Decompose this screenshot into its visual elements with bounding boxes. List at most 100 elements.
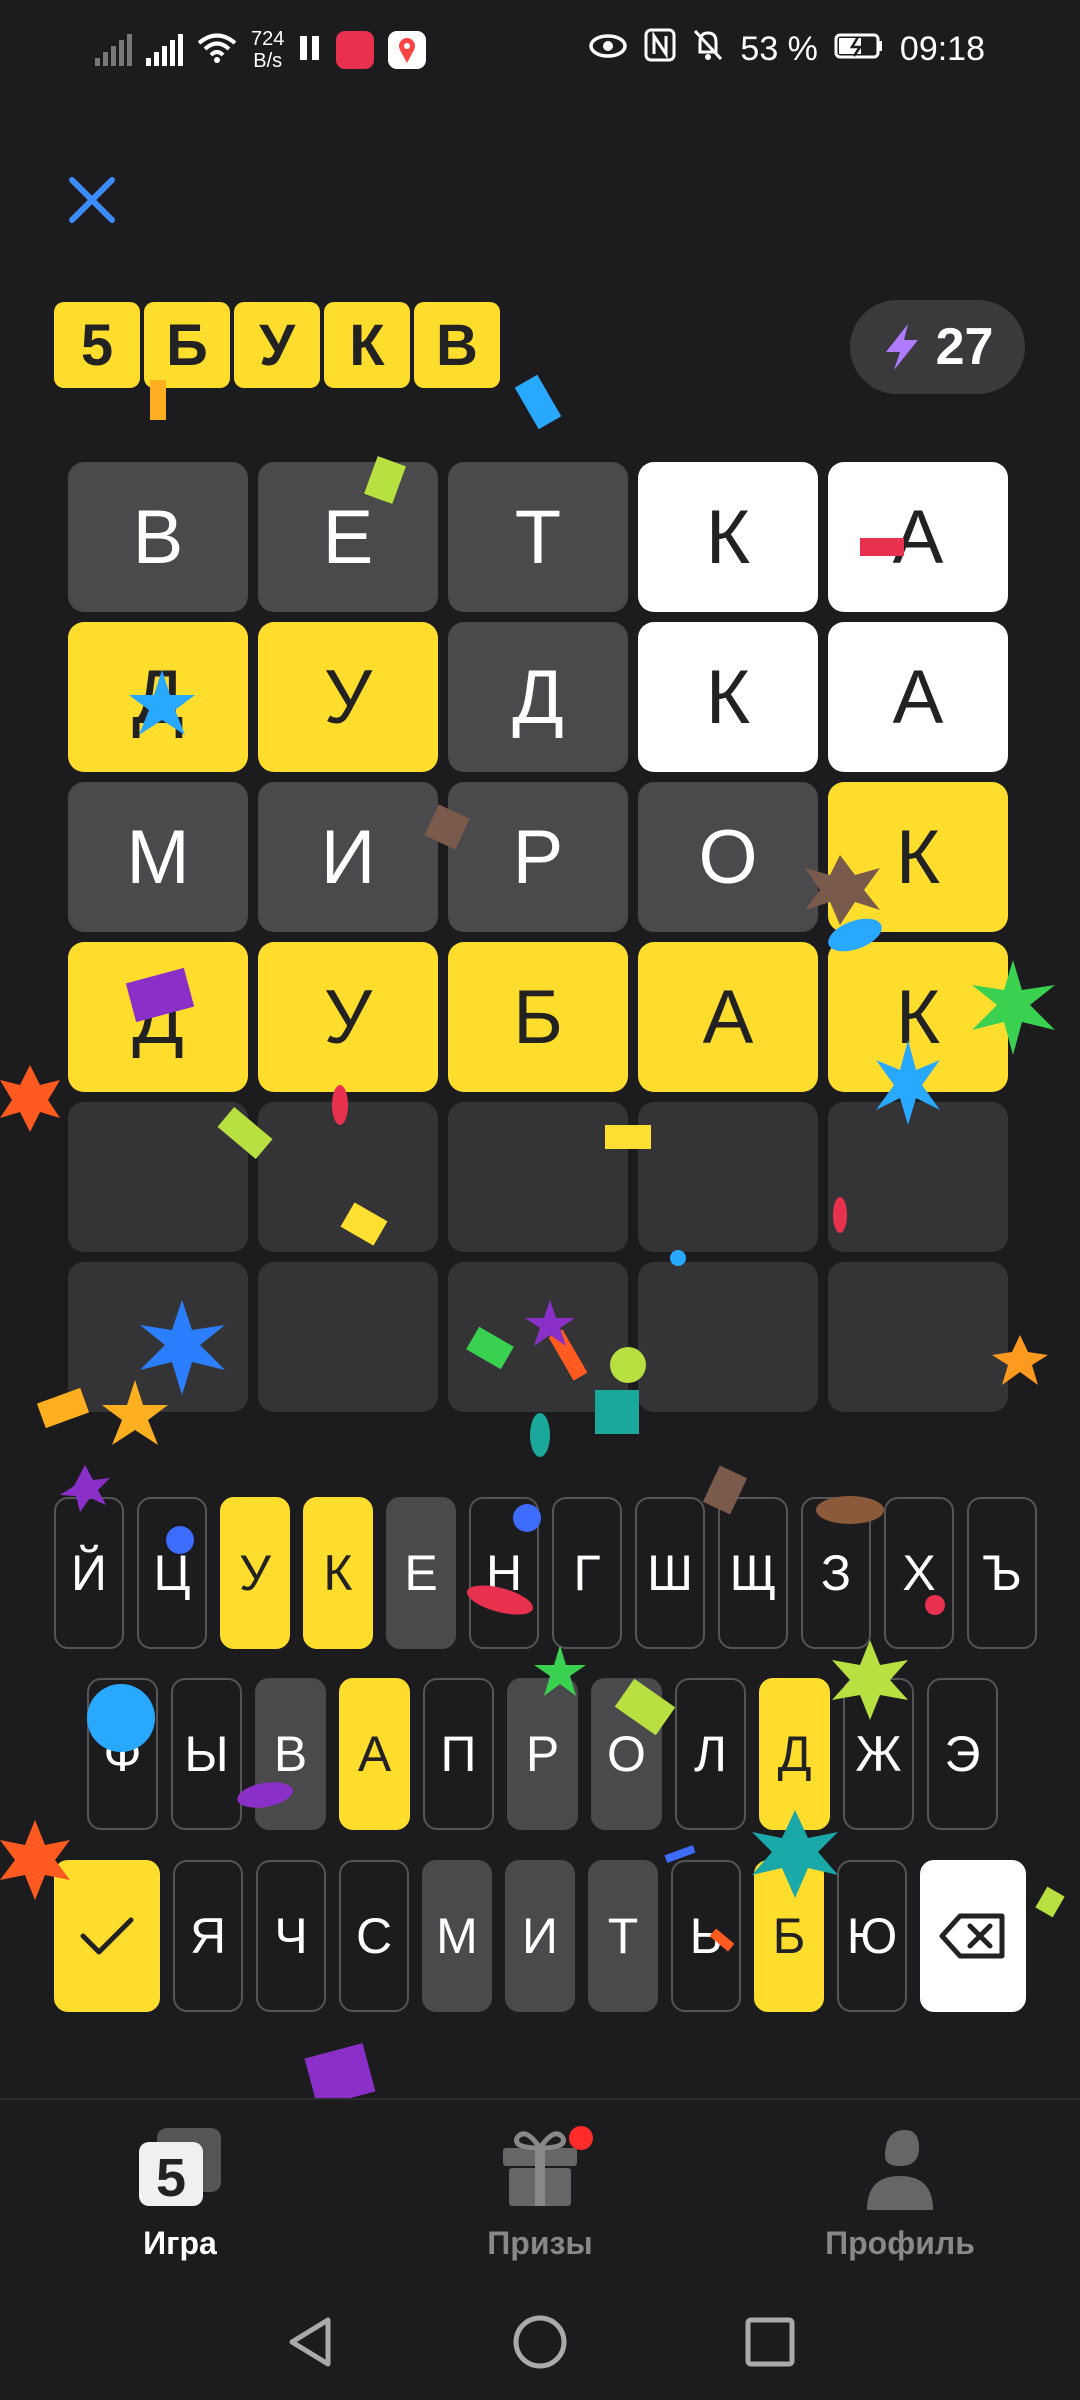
key-letter[interactable]: Е — [386, 1497, 456, 1649]
board-tile: У — [258, 942, 438, 1092]
backspace-key[interactable] — [920, 1860, 1026, 2012]
board-tile: М — [68, 782, 248, 932]
key-letter[interactable]: Т — [588, 1860, 658, 2012]
board-tile: А — [828, 462, 1008, 612]
board-tile: Д — [448, 622, 628, 772]
nav-label: Призы — [487, 2225, 593, 2261]
keyboard-row: ЙЦУКЕНГШЩЗХЪ — [54, 1497, 1037, 1649]
board-tile: Р — [448, 782, 628, 932]
keyboard-row: ЯЧСМИТЬБЮ — [54, 1860, 1026, 2012]
enter-key[interactable] — [54, 1860, 160, 2012]
board-row: ДУБАК — [68, 942, 1010, 1092]
game-board: ВЕТКАДУДКАМИРОКДУБАК — [68, 462, 1010, 1414]
back-icon[interactable] — [280, 2312, 340, 2372]
key-letter[interactable]: А — [339, 1678, 410, 1830]
key-letter[interactable]: Э — [927, 1678, 998, 1830]
close-button[interactable] — [62, 170, 122, 230]
key-letter[interactable]: Н — [469, 1497, 539, 1649]
board-tile — [448, 1102, 628, 1252]
board-tile — [638, 1102, 818, 1252]
key-letter[interactable]: Ь — [671, 1860, 741, 2012]
svg-text:5: 5 — [156, 2148, 186, 2208]
notification-badge — [569, 2126, 593, 2150]
battery-percent: 53 % — [740, 30, 818, 68]
key-letter[interactable]: У — [220, 1497, 290, 1649]
key-letter[interactable]: З — [801, 1497, 871, 1649]
key-letter[interactable]: Х — [884, 1497, 954, 1649]
check-icon — [80, 1917, 134, 1955]
key-letter[interactable]: П — [423, 1678, 494, 1830]
key-letter[interactable]: Ъ — [967, 1497, 1037, 1649]
board-tile: Т — [448, 462, 628, 612]
key-letter[interactable]: Д — [759, 1678, 830, 1830]
lightning-icon — [885, 324, 918, 370]
status-bar: 724 B/s 53 % 09:18 — [0, 0, 1080, 105]
key-letter[interactable]: Л — [675, 1678, 746, 1830]
key-letter[interactable]: Ы — [171, 1678, 242, 1830]
eye-icon — [588, 30, 628, 69]
logo-letter: 5 — [54, 302, 140, 388]
bell-off-icon — [692, 28, 724, 71]
nfc-icon — [644, 28, 676, 71]
board-row — [68, 1102, 1010, 1252]
key-letter[interactable]: В — [255, 1678, 326, 1830]
board-tile: Д — [68, 622, 248, 772]
board-tile: Е — [258, 462, 438, 612]
maps-app-icon — [388, 31, 427, 69]
close-icon — [69, 177, 115, 223]
board-tile — [258, 1262, 438, 1412]
board-tile: К — [638, 462, 818, 612]
pause-icon — [298, 34, 322, 67]
nav-item-profile[interactable]: Профиль — [770, 2126, 1030, 2262]
bottom-nav: 5 Игра Призы Профиль — [0, 2098, 1080, 2290]
board-tile: О — [638, 782, 818, 932]
key-letter[interactable]: Щ — [718, 1497, 788, 1649]
key-letter[interactable]: М — [422, 1860, 492, 2012]
board-tile — [638, 1262, 818, 1412]
nav-label: Профиль — [825, 2225, 975, 2261]
recents-icon[interactable] — [740, 2312, 800, 2372]
key-letter[interactable]: Ю — [837, 1860, 907, 2012]
key-letter[interactable]: К — [303, 1497, 373, 1649]
board-tile: Б — [448, 942, 628, 1092]
key-letter[interactable]: О — [591, 1678, 662, 1830]
key-letter[interactable]: И — [505, 1860, 575, 2012]
nav-item-game[interactable]: 5 Игра — [50, 2126, 310, 2262]
board-row: ДУДКА — [68, 622, 1010, 772]
board-tile: К — [828, 782, 1008, 932]
home-icon[interactable] — [510, 2312, 570, 2372]
key-letter[interactable]: Ш — [635, 1497, 705, 1649]
key-letter[interactable]: Р — [507, 1678, 578, 1830]
nav-label: Игра — [143, 2225, 217, 2261]
board-tile: В — [68, 462, 248, 612]
4g-signal-icon — [146, 34, 183, 66]
key-letter[interactable]: Й — [54, 1497, 124, 1649]
network-speed: 724 B/s — [251, 28, 285, 72]
board-tile — [68, 1102, 248, 1252]
key-letter[interactable]: Я — [173, 1860, 243, 2012]
logo-letter: К — [324, 302, 410, 388]
energy-counter[interactable]: 27 — [850, 300, 1025, 394]
key-letter[interactable]: Ч — [256, 1860, 326, 2012]
key-letter[interactable]: Ф — [87, 1678, 158, 1830]
key-letter[interactable]: Ж — [843, 1678, 914, 1830]
key-letter[interactable]: Ц — [137, 1497, 207, 1649]
board-tile — [828, 1102, 1008, 1252]
key-letter[interactable]: С — [339, 1860, 409, 2012]
battery-charging-icon — [834, 30, 884, 69]
nav-item-prizes[interactable]: Призы — [410, 2126, 670, 2262]
energy-count: 27 — [935, 318, 994, 376]
board-tile: К — [828, 942, 1008, 1092]
game-logo: 5 Б У К В — [54, 302, 500, 388]
logo-letter: У — [234, 302, 320, 388]
signal-off-icon — [95, 34, 132, 66]
profile-icon — [867, 2130, 933, 2210]
key-letter[interactable]: Г — [552, 1497, 622, 1649]
clock: 09:18 — [899, 30, 985, 68]
board-tile: А — [638, 942, 818, 1092]
board-tile: А — [828, 622, 1008, 772]
board-row: ВЕТКА — [68, 462, 1010, 612]
board-tile: И — [258, 782, 438, 932]
key-letter[interactable]: Б — [754, 1860, 824, 2012]
system-navigation-bar — [0, 2288, 1080, 2400]
